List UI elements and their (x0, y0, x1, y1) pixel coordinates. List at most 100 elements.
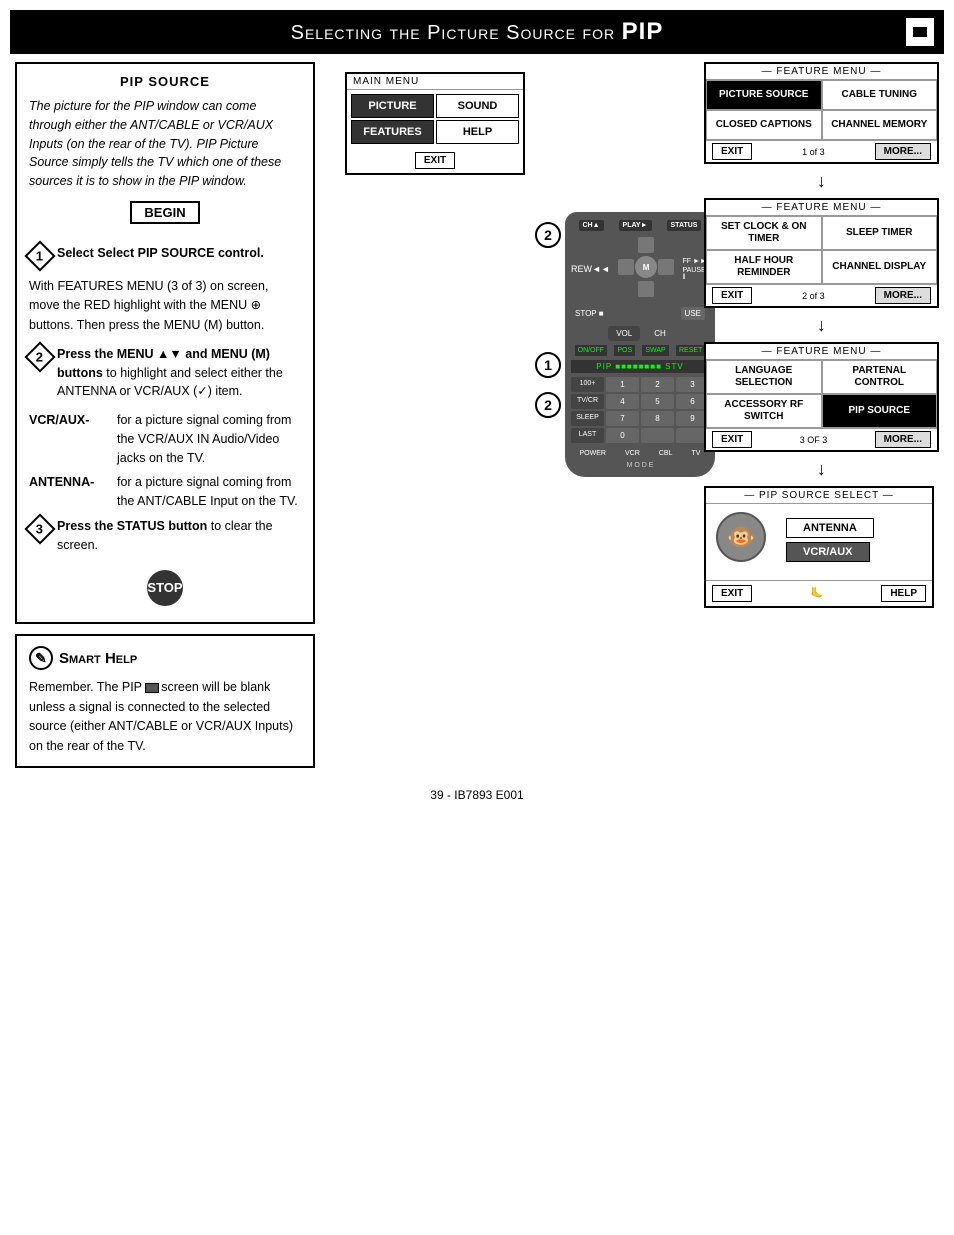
main-menu-btn-picture[interactable]: PICTURE (351, 94, 434, 118)
remote-4-btn[interactable]: 4 (606, 394, 639, 409)
step-3-number: 3 (36, 521, 43, 536)
remote-ch-selector[interactable]: CH (648, 326, 672, 341)
pip-exit-btn[interactable]: EXIT (712, 585, 752, 602)
step-3: 3 Press the STATUS button to clear the s… (29, 517, 301, 555)
remote-dpad-center[interactable]: M (635, 256, 657, 278)
step-1-heading: Select Select PIP SOURCE control. (57, 246, 264, 260)
menu-btn-closed-captions[interactable]: CLOSED CAPTIONS (706, 110, 822, 140)
smart-help-box: ✎ Smart Help Remember. The PIP screen wi… (15, 634, 315, 768)
monkey-illustration: 🐵 (716, 512, 776, 572)
menu-btn-parental[interactable]: PARTENAL CONTROL (822, 360, 938, 394)
stop-button[interactable]: STOP (147, 570, 183, 606)
title-prefix: Selecting the Picture Source for (291, 22, 622, 44)
remote-sleep-btn[interactable]: SLEEP (571, 411, 604, 426)
remote-dpad-down[interactable] (638, 281, 654, 297)
menu-1-exit[interactable]: EXIT (712, 143, 752, 160)
main-menu-btn-sound[interactable]: SOUND (436, 94, 519, 118)
monkey-icon: 🐵 (716, 512, 766, 562)
menu-3-exit[interactable]: EXIT (712, 431, 752, 448)
menu-btn-accessory[interactable]: ACCESSORY RF SWITCH (706, 394, 822, 428)
pip-antenna-btn[interactable]: ANTENNA (786, 518, 874, 538)
pip-select-title: — PIP SOURCE SELECT — (706, 488, 932, 504)
antenna-label: ANTENNA- (29, 473, 109, 511)
remote-100-btn[interactable]: 100+ (571, 377, 604, 392)
main-menu-btn-features[interactable]: FEATURES (351, 120, 434, 144)
remote-2-btn[interactable]: 2 (641, 377, 674, 392)
remote-swap-btn[interactable]: SWAP (642, 345, 668, 356)
pip-option-antenna: ANTENNA (786, 518, 874, 538)
remote-vcr-btn[interactable]: VCR (621, 447, 644, 460)
arrow-2: ↓ (704, 316, 939, 334)
remote-status-btn[interactable]: STATUS (667, 220, 702, 231)
menu-btn-half-hour[interactable]: HALF HOUR REMINDER (706, 250, 822, 284)
remote-dpad-left[interactable] (618, 259, 634, 275)
menu-btn-channel-display[interactable]: CHANNEL DISPLAY (822, 250, 938, 284)
feature-menu-1-title: — FEATURE MENU — (706, 64, 937, 80)
remote-cable-btn[interactable]: CBL (655, 447, 677, 460)
begin-button[interactable]: BEGIN (130, 201, 199, 224)
menu-2-page: 2 of 3 (802, 291, 825, 301)
menu-2-footer: EXIT 2 of 3 MORE... (706, 284, 937, 306)
remote-vol-row: VOL CH (571, 326, 709, 341)
pip-select-content: 🐵 ANTENNA VCR/AUX (706, 504, 932, 580)
menu-3-more[interactable]: MORE... (875, 431, 931, 448)
menu-btn-sleep-timer[interactable]: SLEEP TIMER (822, 216, 938, 250)
remote-5-btn[interactable]: 5 (641, 394, 674, 409)
remote-1-btn[interactable]: 1 (606, 377, 639, 392)
begin-center: BEGIN (29, 201, 301, 234)
remote-pip-bar: PIP ■■■■■■■■ STV (571, 360, 709, 373)
main-menu-title: MAIN MENU (347, 74, 523, 90)
remote-7-btn[interactable]: 7 (606, 411, 639, 426)
remote-0-btn[interactable]: 0 (606, 428, 639, 443)
antenna-desc: for a picture signal coming from the ANT… (117, 473, 301, 511)
menu-btn-set-clock[interactable]: SET CLOCK & ON TIMER (706, 216, 822, 250)
menu-1-more[interactable]: MORE... (875, 143, 931, 160)
remote-top-buttons: CH▲ PLAY► STATUS (571, 220, 709, 231)
remote-rew-label: REW◄◄ (571, 264, 610, 274)
step-3-text: Press the STATUS button to clear the scr… (57, 517, 301, 555)
remote-tvcr-btn[interactable]: TV/CR (571, 394, 604, 409)
remote-power-btn[interactable]: POWER (576, 447, 610, 460)
remote-dpad-right[interactable] (658, 259, 674, 275)
menu-btn-language[interactable]: LANGUAGE SELECTION (706, 360, 822, 394)
remote-last-btn[interactable]: LAST (571, 428, 604, 443)
screen-icon (145, 683, 159, 693)
main-exit-button[interactable]: EXIT (415, 152, 455, 169)
remote-vol-btn[interactable]: VOL (608, 326, 640, 341)
feature-menu-1: — FEATURE MENU — PICTURE SOURCE CABLE TU… (704, 62, 939, 164)
remote-tv-btn[interactable]: TV (688, 447, 705, 460)
remote-ch-btn[interactable]: CH▲ (579, 220, 604, 231)
menu-btn-pip-source[interactable]: PIP SOURCE (822, 394, 938, 428)
step-2-marker: 2 (24, 341, 55, 372)
remote-reset-btn[interactable]: RESET (676, 345, 705, 356)
step-3-heading: Press the STATUS button (57, 519, 207, 533)
remote-onoff-btn[interactable]: ON/OFF (575, 345, 607, 356)
main-menu-grid: PICTURE SOUND FEATURES HELP (347, 90, 523, 148)
pip-source-select-box: — PIP SOURCE SELECT — 🐵 ANTENNA VCR/AU (704, 486, 934, 608)
menu-2-exit[interactable]: EXIT (712, 287, 752, 304)
main-exit-row: EXIT (347, 148, 523, 173)
menu-2-more[interactable]: MORE... (875, 287, 931, 304)
vcr-label: VCR/AUX- (29, 411, 109, 467)
page-icon (906, 18, 934, 46)
step-1-text: Select Select PIP SOURCE control. (57, 244, 264, 263)
remote-pos-btn[interactable]: POS (614, 345, 635, 356)
menu-btn-cable-tuning[interactable]: CABLE TUNING (822, 80, 938, 110)
menu-btn-picture-source[interactable]: PICTURE SOURCE (706, 80, 822, 110)
remote-numpad: 100+ 1 2 3 TV/CR 4 5 6 SLEEP 7 8 9 (571, 377, 709, 443)
remote-8-btn[interactable]: 8 (641, 411, 674, 426)
vcr-desc: for a picture signal coming from the VCR… (117, 411, 301, 467)
pip-intro: The picture for the PIP window can come … (29, 97, 301, 191)
remote-play-btn[interactable]: PLAY► (619, 220, 652, 231)
remote-use-btn[interactable]: USE (681, 307, 705, 320)
pip-vcr-btn[interactable]: VCR/AUX (786, 542, 870, 562)
pip-help-btn[interactable]: HELP (881, 585, 926, 602)
pip-source-box: PIP SOURCE The picture for the PIP windo… (15, 62, 315, 624)
menu-btn-channel-memory[interactable]: CHANNEL MEMORY (822, 110, 938, 140)
step-1-number: 1 (36, 248, 43, 263)
main-menu-btn-help[interactable]: HELP (436, 120, 519, 144)
step-3-marker: 3 (24, 513, 55, 544)
remote-stop-label: STOP ■ (575, 309, 604, 318)
remote-dpad-up[interactable] (638, 237, 654, 253)
remote-area: MAIN MENU PICTURE SOUND FEATURES HELP EX… (325, 62, 939, 642)
